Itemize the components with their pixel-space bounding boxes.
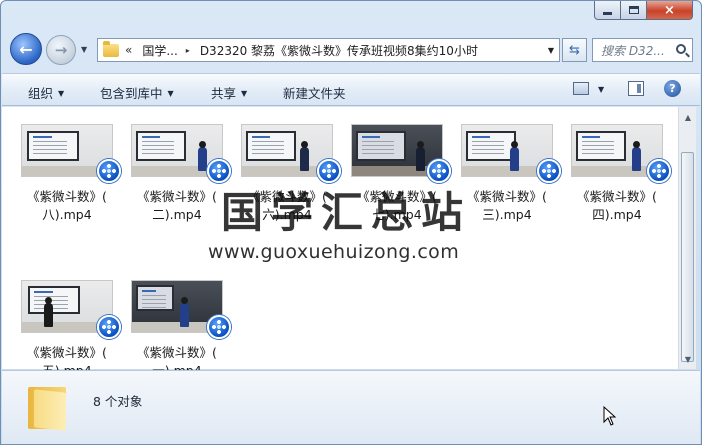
- search-input[interactable]: 搜索 D32...: [592, 38, 693, 62]
- chevron-down-icon: ▼: [241, 89, 248, 98]
- caption-buttons: ×: [594, 1, 693, 21]
- file-name: 《紫微斗数》(六).mp4: [247, 189, 327, 222]
- preview-pane-icon[interactable]: [628, 81, 644, 96]
- file-list: 《紫微斗数》(八).mp4 《紫微斗数》(二).mp4 《紫微斗数》(六).mp…: [2, 107, 678, 378]
- share-label: 共享: [211, 86, 237, 101]
- overflow-chevron[interactable]: «: [125, 43, 132, 57]
- search-icon[interactable]: [676, 44, 686, 54]
- recent-pages-dropdown[interactable]: ▼: [81, 45, 87, 54]
- details-pane: 8 个对象: [2, 370, 700, 444]
- media-player-icon: [207, 159, 231, 183]
- maximize-icon: [628, 6, 639, 14]
- media-player-icon: [97, 159, 121, 183]
- view-options-dropdown[interactable]: ▼: [598, 85, 604, 94]
- refresh-button[interactable]: ⇆: [562, 38, 587, 62]
- file-name: 《紫微斗数》(七).mp4: [357, 189, 437, 222]
- chevron-down-icon: ▼: [167, 89, 174, 98]
- file-name: 《紫微斗数》(三).mp4: [467, 189, 547, 222]
- search-placeholder: 搜索 D32...: [601, 43, 665, 58]
- media-player-icon: [647, 159, 671, 183]
- scrollbar-thumb[interactable]: [681, 152, 694, 362]
- file-name: 《紫微斗数》(四).mp4: [577, 189, 657, 222]
- share-menu[interactable]: 共享 ▼: [211, 83, 247, 102]
- arrow-left-icon: ←: [19, 39, 33, 59]
- new-folder-button[interactable]: 新建文件夹: [283, 83, 346, 102]
- scroll-up-icon[interactable]: ▲: [680, 109, 696, 125]
- file-name: 《紫微斗数》(二).mp4: [137, 189, 217, 222]
- maximize-button[interactable]: [621, 1, 647, 20]
- breadcrumb-separator-icon[interactable]: ▸: [186, 46, 190, 55]
- explorer-window: × ← → ▼ « 国学... ▸ D32320 黎荔《紫微斗数》传承班视频8集…: [0, 0, 702, 445]
- media-player-icon: [427, 159, 451, 183]
- close-icon: ×: [664, 2, 675, 18]
- back-button[interactable]: ←: [10, 33, 42, 65]
- forward-button[interactable]: →: [46, 35, 76, 65]
- view-options-icon[interactable]: [573, 82, 589, 95]
- help-icon[interactable]: ?: [664, 80, 681, 97]
- media-player-icon: [97, 315, 121, 339]
- scroll-down-icon[interactable]: ▼: [680, 351, 696, 367]
- breadcrumb-current[interactable]: D32320 黎荔《紫微斗数》传承班视频8集约10小时: [200, 42, 478, 59]
- media-player-icon: [207, 315, 231, 339]
- minimize-button[interactable]: [594, 1, 621, 20]
- folder-icon: [103, 40, 119, 57]
- include-in-library-menu[interactable]: 包含到库中 ▼: [100, 83, 174, 102]
- media-player-icon: [317, 159, 341, 183]
- chevron-down-icon: ▼: [58, 89, 65, 98]
- include-in-library-label: 包含到库中: [100, 86, 163, 101]
- item-count: 8 个对象: [93, 394, 143, 409]
- organize-label: 组织: [28, 86, 54, 101]
- new-folder-label: 新建文件夹: [283, 86, 346, 101]
- minimize-icon: [603, 11, 612, 15]
- command-bar: 组织 ▼ 包含到库中 ▼ 共享 ▼ 新建文件夹 ▼ ?: [2, 73, 700, 106]
- vertical-scrollbar[interactable]: ▲ ▼: [678, 107, 696, 369]
- address-bar[interactable]: « 国学... ▸ D32320 黎荔《紫微斗数》传承班视频8集约10小时 ▼: [97, 38, 560, 62]
- file-name: 《紫微斗数》(八).mp4: [27, 189, 107, 222]
- address-dropdown-icon[interactable]: ▼: [548, 46, 554, 55]
- breadcrumb-root[interactable]: 国学...: [142, 42, 177, 59]
- folder-icon: [28, 383, 66, 431]
- media-player-icon: [537, 159, 561, 183]
- organize-menu[interactable]: 组织 ▼: [28, 83, 64, 102]
- arrow-right-icon: →: [54, 41, 68, 59]
- close-button[interactable]: ×: [647, 1, 693, 20]
- refresh-icon: ⇆: [569, 42, 580, 58]
